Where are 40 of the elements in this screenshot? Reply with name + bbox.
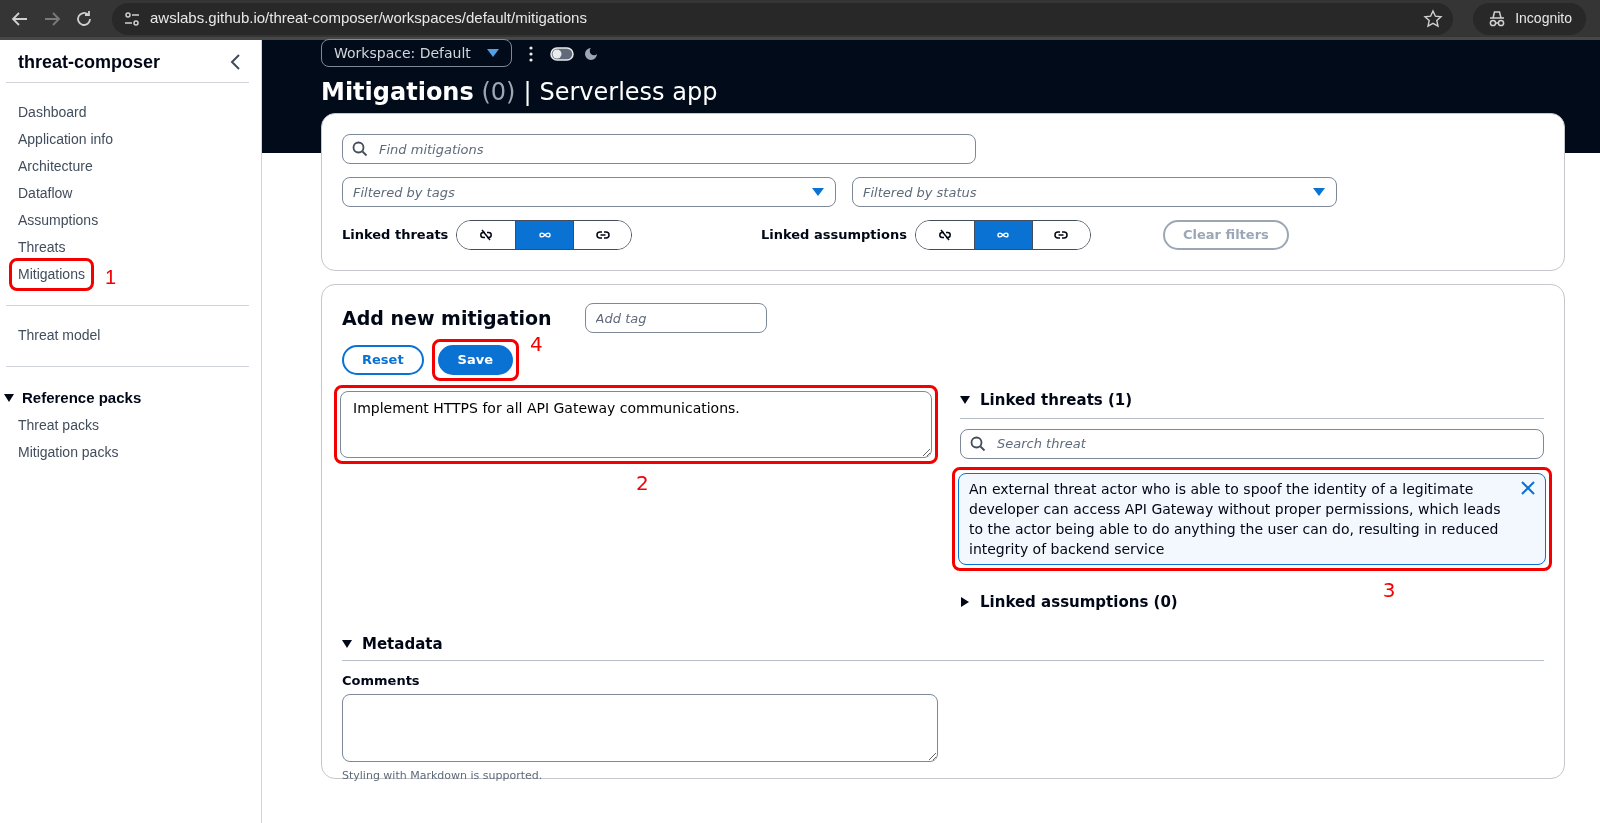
annotation-number: 3 (1382, 579, 1396, 600)
url-text: awslabs.github.io/threat-composer/workspaces/default/mitigations (150, 8, 588, 29)
save-button[interactable]: Save (437, 345, 514, 375)
status-dropdown[interactable]: Filtered by status (852, 177, 1337, 207)
sidebar-link[interactable]: Threat model (18, 322, 101, 349)
filter-label: Linked threats (342, 226, 449, 245)
section-heading[interactable]: Metadata (362, 633, 443, 656)
sidebar-link[interactable]: Assumptions (18, 207, 99, 234)
page-title: Mitigations (0) (321, 77, 516, 108)
title-separator: | (523, 77, 532, 108)
app-title: threat-composer (18, 50, 161, 74)
workspace-dropdown[interactable]: Workspace: Default (321, 39, 512, 67)
sidebar-link[interactable]: Application info (18, 126, 113, 153)
section-heading[interactable]: Linked assumptions (0) (980, 590, 1178, 613)
threat-search-field[interactable]: Search threat (960, 428, 1544, 459)
tags-dropdown[interactable]: Filtered by tags (342, 177, 836, 207)
sidebar-link[interactable]: Threat packs (18, 411, 99, 439)
address-bar[interactable]: awslabs.github.io/threat-composer/workspaces/default/mitigations (112, 2, 1454, 35)
sidebar-link[interactable]: Architecture (18, 153, 93, 180)
sidebar-link[interactable]: Mitigations (18, 261, 85, 288)
threat-text: An external threat actor who is able to spoof the identity of a legitimate developer can access API Gateway without proper permissions, which leads to the actor being able to do anything the user can do, resulting in reduced integrity of backend service (969, 479, 1502, 559)
sidebar-link[interactable]: Dashboard (18, 99, 87, 126)
sidebar-link[interactable]: Dataflow (18, 180, 73, 207)
sidebar-link[interactable]: Threats (18, 234, 66, 261)
section-heading[interactable]: Reference packs (22, 387, 142, 410)
add-tag-field[interactable]: Add tag (584, 303, 767, 333)
annotation-number: 1 (104, 267, 117, 287)
hint-text: Styling with Markdown is supported. (342, 768, 544, 784)
annotation-number: 4 (530, 334, 543, 354)
annotation-number: 2 (636, 473, 649, 493)
section-heading[interactable]: Linked threats (1) (980, 389, 1133, 412)
page-subtitle: Serverless app (539, 77, 718, 108)
search-field[interactable]: Find mitigations (342, 134, 976, 164)
filter-label: Linked assumptions (761, 226, 907, 245)
profile-button[interactable]: Incognito (1473, 2, 1586, 35)
comments-label: Comments (342, 671, 421, 690)
reset-button[interactable]: Reset (342, 345, 424, 375)
form-title: Add new mitigation (342, 305, 552, 331)
mitigation-input[interactable]: Implement HTTPS for all API Gateway communications. (340, 391, 932, 458)
sidebar-link[interactable]: Mitigation packs (18, 438, 119, 466)
